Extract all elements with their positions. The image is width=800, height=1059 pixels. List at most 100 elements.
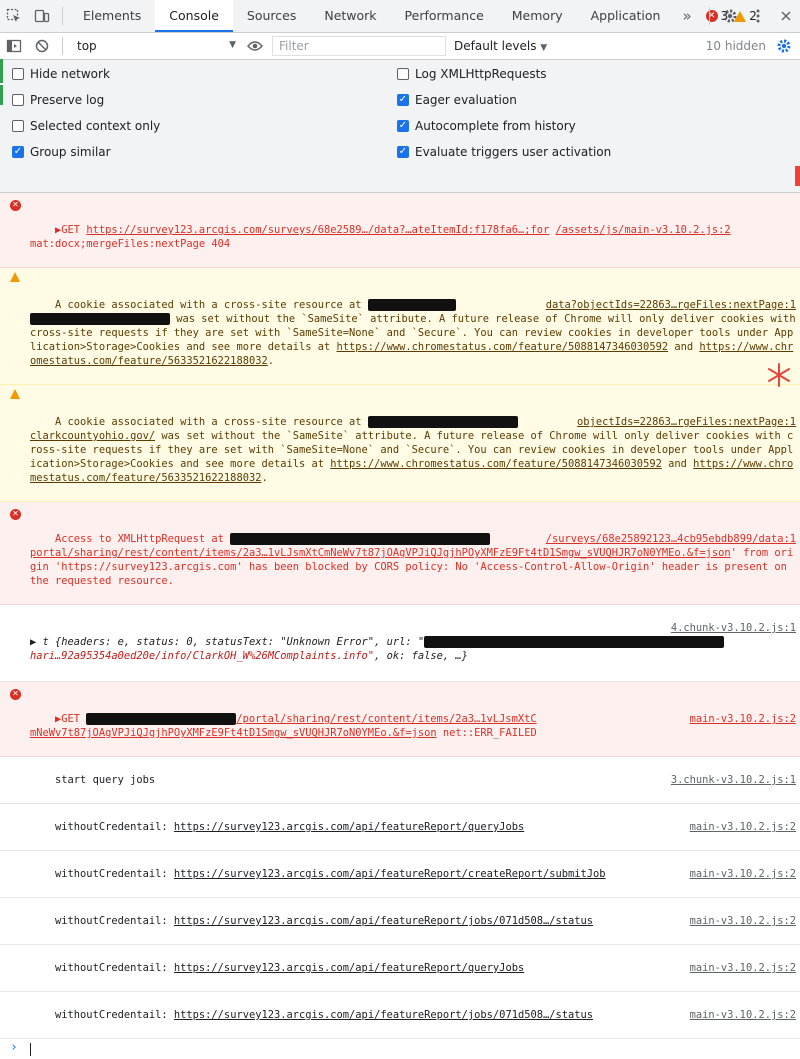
chromestatus-link[interactable]: https://www.chromestatus.com/feature/508…	[330, 458, 662, 470]
request-url-link[interactable]: portal/sharing/rest/content/items/2a3…1v…	[30, 547, 731, 559]
tab-elements[interactable]: Elements	[69, 0, 155, 32]
tab-network[interactable]: Network	[310, 0, 390, 32]
console-warning-message[interactable]: objectIds=22863…rgeFiles:nextPage:1 A coo…	[0, 385, 800, 502]
tab-console[interactable]: Console	[155, 0, 233, 32]
option-selected-context-only[interactable]: Selected context only	[12, 119, 160, 133]
message-text: .	[261, 472, 268, 484]
source-link[interactable]: main-v3.10.2.js:2	[690, 961, 796, 975]
tab-application[interactable]: Application	[577, 0, 675, 32]
message-text: withoutCredentail:	[55, 915, 174, 927]
request-url-link[interactable]: /portal/sharing/rest/content/items/2a3…1…	[236, 713, 536, 725]
source-link[interactable]: main-v3.10.2.js:2	[690, 820, 796, 834]
console-log-message[interactable]: main-v3.10.2.js:2 withoutCredentail: http…	[0, 898, 800, 945]
message-text: withoutCredentail:	[55, 821, 174, 833]
gutter-mark	[0, 59, 3, 83]
gear-icon[interactable]	[716, 0, 744, 32]
filter-input[interactable]: Filter	[272, 36, 446, 56]
domain-link[interactable]: clarkcountyohio.gov/	[30, 430, 155, 442]
option-eager-evaluation[interactable]: ✓ Eager evaluation	[397, 93, 517, 107]
option-label: Hide network	[30, 67, 110, 81]
warning-icon	[10, 272, 20, 286]
redaction-mark	[424, 636, 725, 648]
console-log-message[interactable]: main-v3.10.2.js:2 withoutCredentail: http…	[0, 992, 800, 1039]
console-warning-message[interactable]: data?objectIds=22863…rgeFiles:nextPage:1…	[0, 268, 800, 385]
console-settings-icon[interactable]	[776, 38, 792, 57]
console-prompt[interactable]: ›	[0, 1039, 800, 1059]
request-url-link[interactable]: https://survey123.arcgis.com/api/feature…	[174, 868, 606, 880]
checkbox-checked[interactable]: ✓	[397, 120, 409, 132]
console-log-message[interactable]: main-v3.10.2.js:2 withoutCredentail: http…	[0, 851, 800, 898]
message-text: Access to XMLHttpRequest at	[55, 533, 231, 545]
console-cors-error-message[interactable]: ✕ /surveys/68e25892123…4cb95ebdb899/data…	[0, 502, 800, 605]
kebab-menu-icon[interactable]	[744, 0, 772, 32]
request-url-link[interactable]: https://survey123.arcgis.com/surveys/68e…	[86, 224, 549, 236]
console-error-message[interactable]: ✕ main-v3.10.2.js:2 ▶GET /portal/sharing/…	[0, 682, 800, 757]
option-label: Preserve log	[30, 93, 105, 107]
option-label: Eager evaluation	[415, 93, 517, 107]
tab-sources[interactable]: Sources	[233, 0, 310, 32]
sidebar-toggle-icon[interactable]	[0, 33, 28, 59]
console-error-message[interactable]: ✕ ▶GET https://survey123.arcgis.com/surv…	[0, 193, 800, 268]
request-url-link[interactable]: mNeWv7t87jOAgVPJiQJgjhPOyXMFzE9Ft4tD1Smg…	[30, 727, 437, 739]
redaction-mark	[367, 299, 456, 311]
device-toolbar-icon[interactable]	[28, 0, 56, 32]
source-link[interactable]: objectIds=22863…rgeFiles:nextPage:1	[577, 415, 796, 429]
request-url-link[interactable]: https://survey123.arcgis.com/api/feature…	[174, 962, 524, 974]
request-url-link[interactable]: https://survey123.arcgis.com/api/feature…	[174, 1009, 593, 1021]
source-link[interactable]: /surveys/68e25892123…4cb95ebdb899/data:1	[546, 532, 796, 546]
log-levels-dropdown[interactable]: Default levels ▼	[454, 39, 547, 53]
source-link[interactable]: main-v3.10.2.js:2	[690, 914, 796, 928]
tab-performance[interactable]: Performance	[391, 0, 498, 32]
option-autocomplete-from-history[interactable]: ✓ Autocomplete from history	[397, 119, 576, 133]
source-link[interactable]: data?objectIds=22863…rgeFiles:nextPage:1	[546, 298, 796, 312]
source-link[interactable]: 3.chunk-v3.10.2.js:1	[671, 773, 796, 787]
checkbox[interactable]	[12, 120, 24, 132]
message-prefix: ▶GET	[55, 224, 87, 236]
checkbox-checked[interactable]: ✓	[12, 146, 24, 158]
console-settings-pane: Hide network Preserve log Selected conte…	[0, 60, 800, 193]
option-preserve-log[interactable]: Preserve log	[12, 93, 104, 107]
option-hide-network[interactable]: Hide network	[12, 67, 110, 81]
chromestatus-link[interactable]: https://www.chromestatus.com/feature/508…	[337, 341, 669, 353]
error-icon: ✕	[10, 686, 21, 700]
source-link[interactable]: /assets/js/main-v3.10.2.js:2	[556, 224, 731, 236]
inspect-element-icon[interactable]	[0, 0, 28, 32]
eye-icon[interactable]	[242, 33, 268, 59]
console-log-message[interactable]: 3.chunk-v3.10.2.js:1 start query jobs	[0, 757, 800, 804]
checkbox-checked[interactable]: ✓	[397, 146, 409, 158]
message-text: A cookie associated with a cross-site re…	[55, 299, 368, 311]
request-url-link[interactable]: https://survey123.arcgis.com/api/feature…	[174, 915, 593, 927]
checkbox[interactable]	[12, 94, 24, 106]
more-tabs-button[interactable]: »	[674, 7, 699, 25]
checkbox-checked[interactable]: ✓	[397, 94, 409, 106]
checkbox[interactable]	[12, 68, 24, 80]
redaction-mark	[30, 313, 170, 325]
console-object-message[interactable]: 4.chunk-v3.10.2.js:1 ▶ t {headers: e, st…	[0, 605, 800, 682]
expandable-object[interactable]: ▶ t {headers: e, status: 0, statusText: …	[30, 636, 725, 662]
object-preview: , ok: false, …}	[374, 650, 468, 662]
error-marker	[795, 166, 800, 186]
close-icon[interactable]	[772, 0, 800, 32]
source-link[interactable]: 4.chunk-v3.10.2.js:1	[671, 621, 796, 635]
clear-console-icon[interactable]	[28, 33, 56, 59]
source-link[interactable]: main-v3.10.2.js:2	[690, 712, 796, 726]
tab-memory[interactable]: Memory	[498, 0, 577, 32]
error-icon: ✕	[10, 506, 21, 520]
source-link[interactable]: main-v3.10.2.js:2	[690, 1008, 796, 1022]
option-evaluate-triggers-user-activation[interactable]: ✓ Evaluate triggers user activation	[397, 145, 611, 159]
option-log-xmlhttprequests[interactable]: Log XMLHttpRequests	[397, 67, 547, 81]
request-url-link[interactable]: https://survey123.arcgis.com/api/feature…	[174, 821, 524, 833]
annotation-asterisk-icon	[766, 362, 792, 391]
console-log-message[interactable]: main-v3.10.2.js:2 withoutCredentail: http…	[0, 804, 800, 851]
redaction-mark	[367, 416, 518, 428]
source-link[interactable]: main-v3.10.2.js:2	[690, 867, 796, 881]
checkbox[interactable]	[397, 68, 409, 80]
context-selector[interactable]: top ▼	[69, 39, 242, 53]
console-log-message[interactable]: main-v3.10.2.js:2 withoutCredentail: http…	[0, 945, 800, 992]
message-text: mat:docx;mergeFiles:nextPage 404	[30, 238, 231, 250]
option-group-similar[interactable]: ✓ Group similar	[12, 145, 111, 159]
message-text: withoutCredentail:	[55, 868, 174, 880]
toolbar-divider	[62, 37, 63, 55]
warning-icon	[10, 389, 20, 403]
hidden-messages-count: 10 hidden	[705, 39, 766, 53]
